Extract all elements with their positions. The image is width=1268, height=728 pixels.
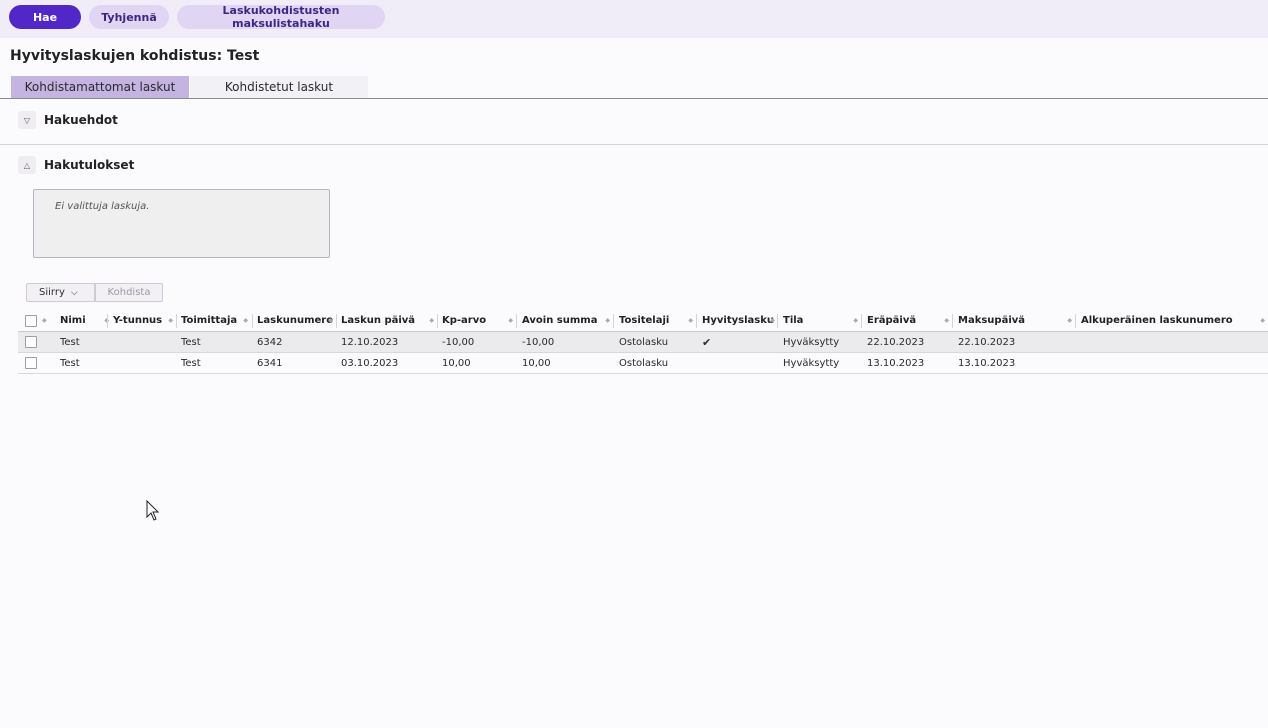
- section-divider: [0, 144, 1268, 145]
- cell-business-id: [113, 353, 176, 373]
- col-header-invoice-date[interactable]: Laskun päivä ◆: [341, 310, 437, 331]
- col-header-invoice-number[interactable]: Laskunumero ◆: [257, 310, 336, 331]
- table-header: ◆ Nimi◆ Y-tunnus◆ Toimittaja◆ Laskunumer…: [18, 310, 1268, 332]
- section-search-criteria[interactable]: ▽ Hakuehdot: [18, 111, 118, 129]
- move-dropdown-button[interactable]: Siirry ⌵: [26, 283, 95, 302]
- cell-voucher-type: Ostolasku: [619, 336, 669, 348]
- cell-invoice-number: 6341: [257, 357, 283, 369]
- col-header-kp-value[interactable]: Kp-arvo ◆: [442, 310, 516, 331]
- row-checkbox[interactable]: [25, 332, 39, 352]
- cell-status: Hyväksytty: [783, 336, 840, 348]
- cell-invoice-date: 12.10.2023: [341, 336, 399, 348]
- col-header-open-amount[interactable]: Avoin summa ◆: [522, 310, 613, 331]
- invoice-table: ◆ Nimi◆ Y-tunnus◆ Toimittaja◆ Laskunumer…: [18, 310, 1268, 374]
- cell-kp-value: 10,00: [442, 357, 471, 369]
- chevron-down-icon: ▽: [18, 111, 36, 129]
- section-search-results[interactable]: △ Hakutulokset: [18, 156, 134, 174]
- cell-credit-note: [702, 353, 778, 373]
- cell-supplier: Test: [181, 357, 201, 369]
- col-header-original-invoice-number[interactable]: Alkuperäinen laskunumero ◆: [1081, 310, 1268, 331]
- sort-icon[interactable]: ◆: [42, 310, 52, 331]
- col-header-payment-date[interactable]: Maksupäivä ◆: [958, 310, 1075, 331]
- cell-open-amount: -10,00: [522, 336, 555, 348]
- tab-unallocated-invoices[interactable]: Kohdistamattomat laskut: [11, 76, 189, 98]
- col-header-voucher-type[interactable]: Tositelaji ◆: [619, 310, 696, 331]
- cell-name: Test: [60, 336, 80, 348]
- top-toolbar: Hae Tyhjennä Laskukohdistusten maksulist…: [0, 0, 1268, 38]
- table-row[interactable]: Test Test 6342 12.10.2023 -10,00 -10,00 …: [18, 332, 1268, 353]
- cell-voucher-type: Ostolasku: [619, 357, 669, 369]
- payment-list-search-button[interactable]: Laskukohdistusten maksulistahaku: [177, 4, 385, 30]
- section-label: Hakuehdot: [44, 113, 118, 127]
- col-header-status[interactable]: Tila ◆: [783, 310, 861, 331]
- empty-selection-text: Ei valittuja laskuja.: [55, 201, 150, 212]
- cell-original-invoice-number: [1081, 353, 1268, 373]
- cell-payment-date: 22.10.2023: [958, 336, 1016, 348]
- section-label: Hakutulokset: [44, 158, 135, 172]
- search-button[interactable]: Hae: [9, 5, 81, 29]
- chevron-down-icon: ⌵: [70, 287, 78, 298]
- page-title: Hyvityslaskujen kohdistus: Test: [10, 48, 260, 64]
- tab-allocated-invoices[interactable]: Kohdistetut laskut: [190, 76, 368, 98]
- cell-status: Hyväksytty: [783, 357, 840, 369]
- chevron-up-icon: △: [18, 156, 36, 174]
- row-checkbox[interactable]: [25, 353, 39, 373]
- cell-open-amount: 10,00: [522, 357, 551, 369]
- checkmark-icon: ✔: [702, 335, 712, 349]
- col-header-business-id[interactable]: Y-tunnus ◆: [113, 310, 176, 331]
- table-row[interactable]: Test Test 6341 03.10.2023 10,00 10,00 Os…: [18, 353, 1268, 374]
- allocate-button[interactable]: Kohdista: [95, 283, 163, 302]
- selected-invoices-box: Ei valittuja laskuja.: [33, 189, 330, 258]
- cell-due-date: 13.10.2023: [867, 357, 925, 369]
- cell-supplier: Test: [181, 336, 201, 348]
- cell-name: Test: [60, 357, 80, 369]
- move-label: Siirry: [39, 287, 65, 298]
- select-all-checkbox[interactable]: [25, 310, 39, 331]
- cell-kp-value: -10,00: [442, 336, 475, 348]
- cell-business-id: [113, 332, 176, 352]
- cell-invoice-number: 6342: [257, 336, 283, 348]
- col-header-name[interactable]: Nimi◆: [60, 310, 112, 331]
- cell-invoice-date: 03.10.2023: [341, 357, 399, 369]
- tabs-underline: [0, 98, 1268, 99]
- cell-payment-date: 13.10.2023: [958, 357, 1016, 369]
- cell-due-date: 22.10.2023: [867, 336, 925, 348]
- col-header-credit-note[interactable]: Hyvityslasku ◆: [702, 310, 778, 331]
- col-header-supplier[interactable]: Toimittaja ◆: [181, 310, 251, 331]
- mouse-cursor-icon: [146, 500, 160, 521]
- col-header-due-date[interactable]: Eräpäivä ◆: [867, 310, 952, 331]
- cell-original-invoice-number: [1081, 332, 1268, 352]
- clear-button[interactable]: Tyhjennä: [89, 5, 169, 29]
